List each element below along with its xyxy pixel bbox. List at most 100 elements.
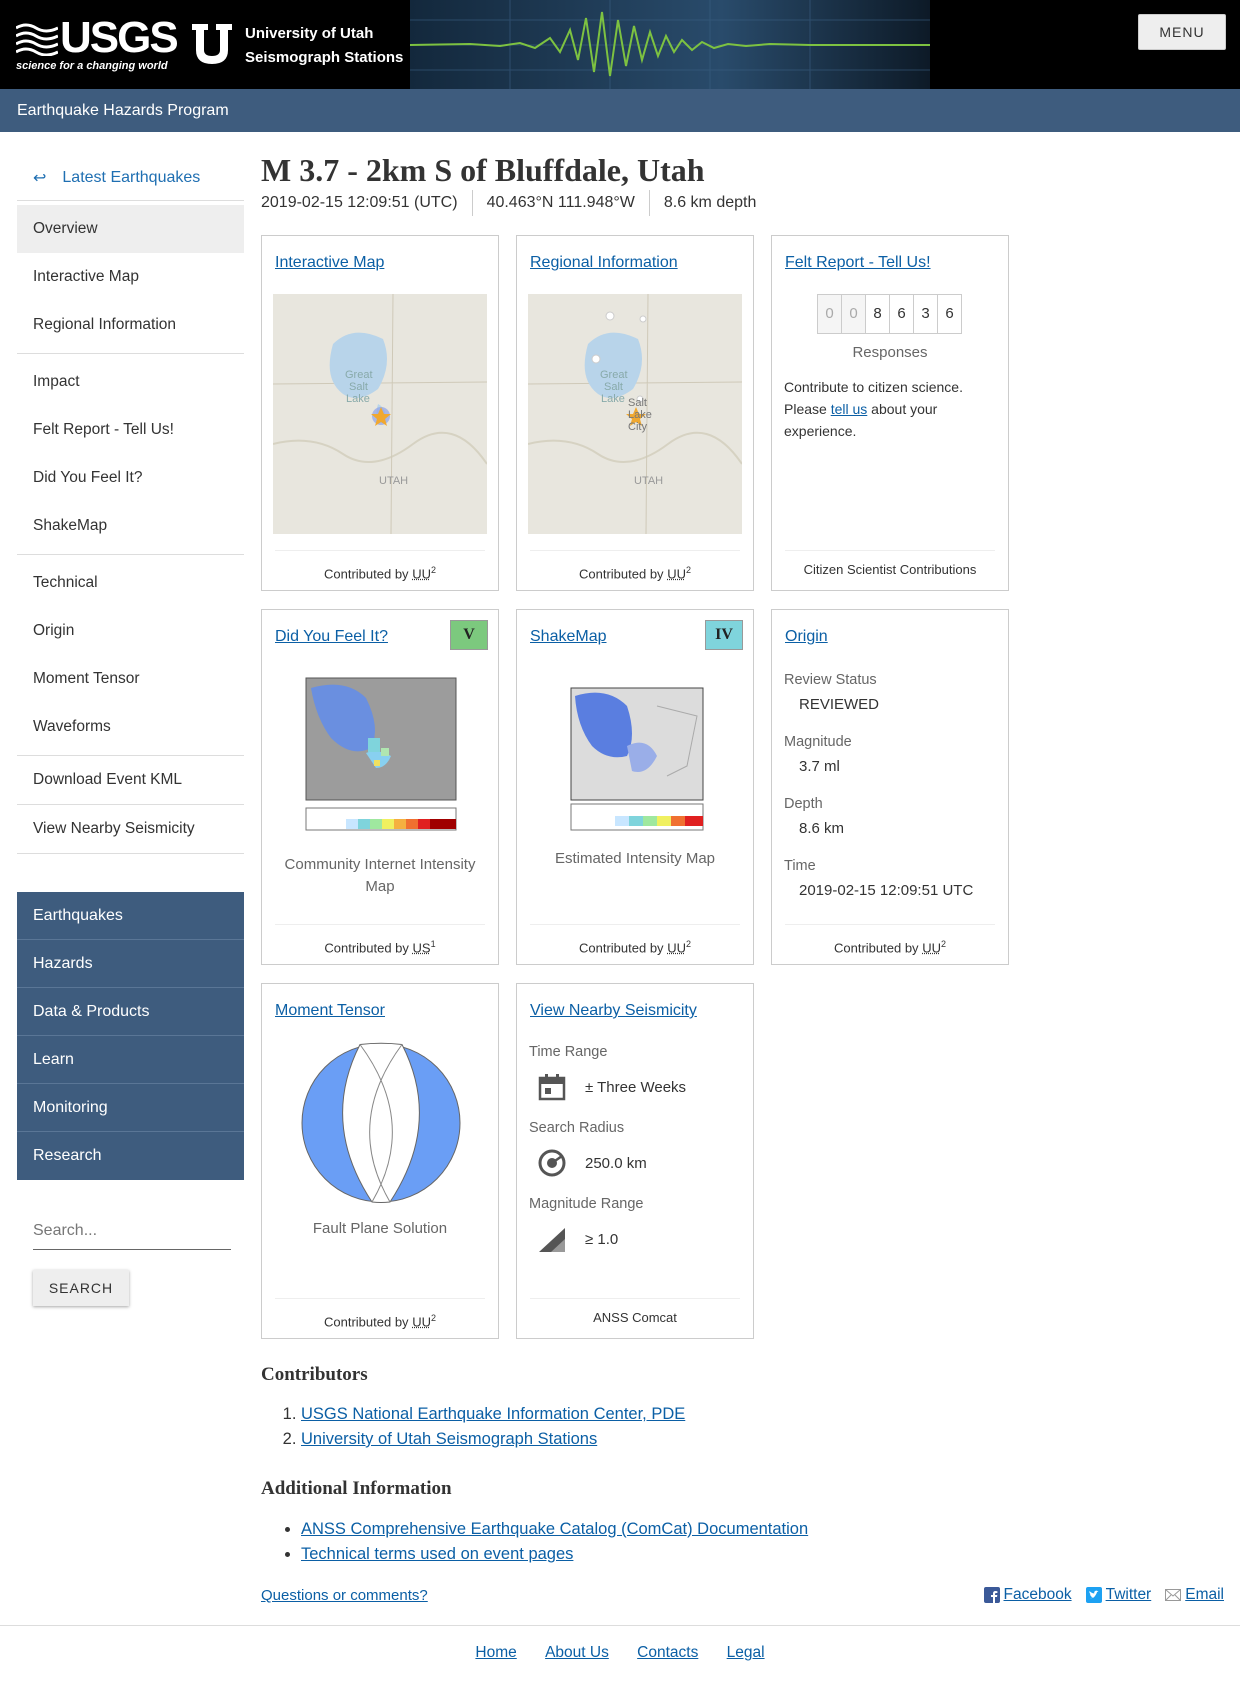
map-label-slc-salt: Salt xyxy=(628,397,647,409)
card-origin[interactable]: Origin Review Status REVIEWED Magnitude … xyxy=(771,609,1009,965)
magnitude-value: 3.7 ml xyxy=(799,758,840,775)
latest-earthquakes-link[interactable]: ↩ Latest Earthquakes xyxy=(17,155,244,201)
map-label-salt: Salt xyxy=(349,381,368,393)
nearby-seismicity-link[interactable]: View Nearby Seismicity xyxy=(530,1002,697,1020)
regional-information-footer: Contributed by UU2 xyxy=(530,550,740,590)
shakemap-footer: Contributed by UU2 xyxy=(530,924,740,964)
origin-link[interactable]: Origin xyxy=(785,628,828,646)
card-regional-information[interactable]: Regional Information Great Salt Lake Sal… xyxy=(516,235,754,591)
sidebar-item-dyfi[interactable]: Did You Feel It? xyxy=(17,454,244,502)
regional-information-link[interactable]: Regional Information xyxy=(530,254,678,272)
menu-button[interactable]: MENU xyxy=(1138,14,1226,50)
card-interactive-map[interactable]: Interactive Map Great Salt Lake UTAH Con… xyxy=(261,235,499,591)
footer-legal-link[interactable]: Legal xyxy=(727,1644,765,1661)
map-label-utah: UTAH xyxy=(634,475,663,487)
site-nav-research[interactable]: Research xyxy=(17,1132,244,1180)
time-range-label: Time Range xyxy=(529,1044,608,1060)
footer-nav: Home About Us Contacts Legal xyxy=(0,1625,1240,1662)
sidebar-item-moment-tensor[interactable]: Moment Tensor xyxy=(17,655,244,703)
page-title: M 3.7 - 2km S of Bluffdale, Utah xyxy=(261,152,705,188)
regional-map-thumbnail[interactable]: Great Salt Lake Salt Lake City UTAH xyxy=(528,294,742,534)
sidebar-item-shakemap[interactable]: ShakeMap xyxy=(17,502,244,550)
site-nav-hazards[interactable]: Hazards xyxy=(17,940,244,988)
contributor-abbr: UU xyxy=(412,566,431,582)
sidebar-item-download-kml[interactable]: Download Event KML xyxy=(17,756,244,804)
card-dyfi[interactable]: Did You Feel It? V Community Internet In… xyxy=(261,609,499,965)
felt-report-description: Contribute to citizen science. Please te… xyxy=(784,376,996,442)
facebook-link[interactable]: Facebook xyxy=(1004,1586,1072,1604)
sidebar-item-impact[interactable]: Impact xyxy=(17,358,244,406)
map-label-slc-lake: Lake xyxy=(628,409,652,421)
uu-line1: University of Utah xyxy=(245,25,374,42)
footer-home-link[interactable]: Home xyxy=(475,1644,516,1661)
usgs-wordmark: USGS xyxy=(60,13,179,62)
search-radius-row: 250.0 km xyxy=(537,1148,647,1178)
shakemap-thumbnail[interactable] xyxy=(557,676,717,834)
comcat-docs-link[interactable]: ANSS Comprehensive Earthquake Catalog (C… xyxy=(301,1520,808,1538)
sidebar-item-origin[interactable]: Origin xyxy=(17,607,244,655)
search-button[interactable]: SEARCH xyxy=(33,1270,129,1306)
facebook-share[interactable]: Facebook xyxy=(983,1586,1072,1604)
technical-terms-link[interactable]: Technical terms used on event pages xyxy=(301,1545,573,1563)
magnitude-icon xyxy=(539,1228,565,1252)
card-nearby-seismicity[interactable]: View Nearby Seismicity Time Range ± Thre… xyxy=(516,983,754,1339)
responses-counter: 0 0 8 6 3 6 xyxy=(817,294,962,334)
contributor-link-neic[interactable]: USGS National Earthquake Information Cen… xyxy=(301,1405,685,1423)
origin-footer: Contributed by UU2 xyxy=(785,924,995,964)
card-felt-report[interactable]: Felt Report - Tell Us! 0 0 8 6 3 6 Respo… xyxy=(771,235,1009,591)
shakemap-link[interactable]: ShakeMap xyxy=(530,628,607,646)
site-nav-earthquakes[interactable]: Earthquakes xyxy=(17,892,244,940)
time-range-value: ± Three Weeks xyxy=(585,1078,687,1096)
responses-label: Responses xyxy=(852,344,928,361)
search-input[interactable] xyxy=(33,1212,231,1250)
university-u-icon xyxy=(192,24,232,64)
footer-contacts-link[interactable]: Contacts xyxy=(637,1644,698,1661)
contributors-heading: Contributors xyxy=(261,1364,368,1385)
sidebar-item-overview[interactable]: Overview xyxy=(17,205,244,253)
sidebar-item-nearby-seismicity[interactable]: View Nearby Seismicity xyxy=(17,805,244,853)
beachball-diagram[interactable] xyxy=(300,1042,462,1204)
program-bar[interactable]: Earthquake Hazards Program xyxy=(0,89,1240,132)
review-status-label: Review Status xyxy=(784,672,877,688)
site-nav-learn[interactable]: Learn xyxy=(17,1036,244,1084)
dyfi-link[interactable]: Did You Feel It? xyxy=(275,628,388,646)
counter-digit: 6 xyxy=(937,294,962,334)
card-moment-tensor[interactable]: Moment Tensor Fault Plane Solution Contr… xyxy=(261,983,499,1339)
felt-report-link[interactable]: Felt Report - Tell Us! xyxy=(785,254,931,272)
interactive-map-link[interactable]: Interactive Map xyxy=(275,254,384,272)
interactive-map-thumbnail[interactable]: Great Salt Lake UTAH xyxy=(273,294,487,534)
magnitude-range-value: ≥ 1.0 xyxy=(585,1230,619,1248)
dyfi-map-thumbnail[interactable] xyxy=(286,668,476,838)
site-nav-monitoring[interactable]: Monitoring xyxy=(17,1084,244,1132)
event-summary: 2019-02-15 12:09:51 (UTC) 40.463°N 111.9… xyxy=(261,190,756,216)
twitter-share[interactable]: Twitter xyxy=(1085,1586,1152,1604)
contributor-ref: 2 xyxy=(430,1313,436,1323)
map-label-utah: UTAH xyxy=(379,475,408,487)
moment-tensor-link[interactable]: Moment Tensor xyxy=(275,1002,385,1020)
footer-about-link[interactable]: About Us xyxy=(545,1644,609,1661)
twitter-link[interactable]: Twitter xyxy=(1106,1586,1152,1604)
tell-us-link[interactable]: tell us xyxy=(831,401,868,417)
sidebar-group-impact: Impact Felt Report - Tell Us! Did You Fe… xyxy=(17,354,244,555)
sidebar-item-waveforms[interactable]: Waveforms xyxy=(17,703,244,751)
interactive-map-footer: Contributed by UU2 xyxy=(275,550,485,590)
event-time: 2019-02-15 12:09:51 (UTC) xyxy=(261,194,458,211)
usgs-logo[interactable]: USGS science for a changing world xyxy=(16,13,179,76)
depth-value: 8.6 km xyxy=(799,820,845,837)
back-arrow-icon: ↩ xyxy=(33,169,47,187)
map-label-lake: Lake xyxy=(346,393,370,405)
usgs-waves-icon xyxy=(16,23,58,56)
search-radius-label: Search Radius xyxy=(529,1120,625,1136)
email-icon xyxy=(1165,1589,1182,1601)
questions-link[interactable]: Questions or comments? xyxy=(261,1587,428,1604)
sidebar-item-interactive-map[interactable]: Interactive Map xyxy=(17,253,244,301)
site-nav-data-products[interactable]: Data & Products xyxy=(17,988,244,1036)
sidebar-item-felt-report[interactable]: Felt Report - Tell Us! xyxy=(17,406,244,454)
email-link[interactable]: Email xyxy=(1185,1586,1224,1604)
email-share[interactable]: Email xyxy=(1165,1586,1224,1604)
card-shakemap[interactable]: ShakeMap IV Estimated Intensity Map Cont… xyxy=(516,609,754,965)
sidebar-item-regional-information[interactable]: Regional Information xyxy=(17,301,244,349)
sidebar-item-technical[interactable]: Technical xyxy=(17,559,244,607)
counter-digit: 8 xyxy=(865,294,890,334)
contributor-link-uuss[interactable]: University of Utah Seismograph Stations xyxy=(301,1430,597,1448)
